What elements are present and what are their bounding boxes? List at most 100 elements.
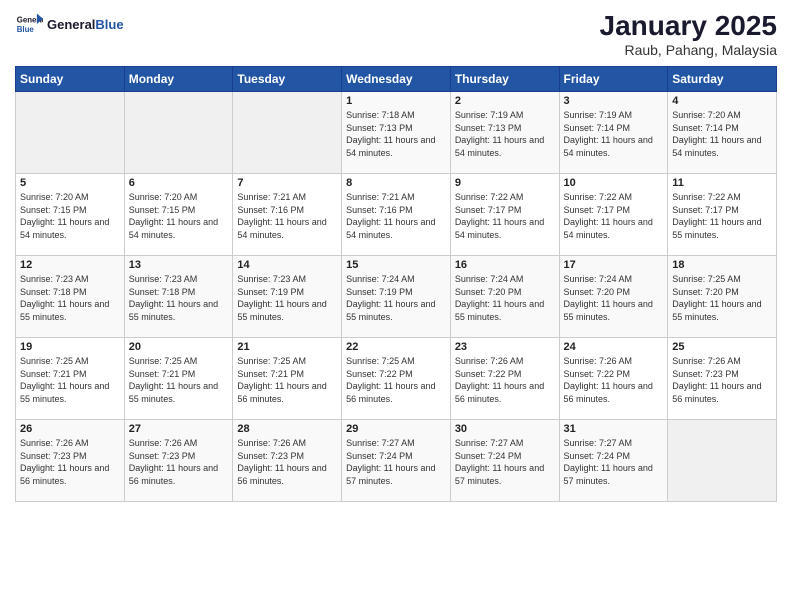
cell-w2d5: 17 Sunrise: 7:24 AMSunset: 7:20 PMDayligh…: [559, 256, 668, 338]
day-number: 6: [129, 177, 229, 189]
day-number: 15: [346, 259, 446, 271]
cell-info: Sunrise: 7:27 AMSunset: 7:24 PMDaylight:…: [564, 437, 664, 487]
week-row-4: 19 Sunrise: 7:25 AMSunset: 7:21 PMDayligh…: [16, 338, 777, 420]
cell-w2d6: 18Sunrise: 7:25 AMSunset: 7:20 PMDayligh…: [668, 256, 777, 338]
day-number: 4: [672, 95, 772, 107]
week-row-5: 26 Sunrise: 7:26 AMSunset: 7:23 PMDayligh…: [16, 420, 777, 502]
cell-info: Sunrise: 7:25 AMSunset: 7:21 PMDaylight:…: [237, 355, 337, 405]
cell-info: Sunrise: 7:27 AMSunset: 7:24 PMDaylight:…: [346, 437, 446, 487]
cell-w2d1: 13 Sunrise: 7:23 AMSunset: 7:18 PMDayligh…: [124, 256, 233, 338]
cell-w4d5: 31Sunrise: 7:27 AMSunset: 7:24 PMDayligh…: [559, 420, 668, 502]
cell-w0d3: 1Sunrise: 7:18 AMSunset: 7:13 PMDaylight…: [342, 92, 451, 174]
cell-w4d0: 26 Sunrise: 7:26 AMSunset: 7:23 PMDayligh…: [16, 420, 125, 502]
svg-text:Blue: Blue: [17, 25, 35, 34]
cell-info: Sunrise: 7:22 AMSunset: 7:17 PMDaylight:…: [455, 191, 555, 241]
cell-info: Sunrise: 7:25 AMSunset: 7:21 PMDaylight:…: [129, 355, 229, 405]
cell-w0d2: [233, 92, 342, 174]
day-number: 12: [20, 259, 120, 271]
cell-info: Sunrise: 7:23 AMSunset: 7:18 PMDaylight:…: [129, 273, 229, 323]
cell-info: Sunrise: 7:26 AMSunset: 7:22 PMDaylight:…: [564, 355, 664, 405]
logo-icon: General Blue: [15, 10, 43, 38]
cell-w1d1: 6 Sunrise: 7:20 AMSunset: 7:15 PMDaylight…: [124, 174, 233, 256]
cell-w1d5: 10 Sunrise: 7:22 AMSunset: 7:17 PMDayligh…: [559, 174, 668, 256]
day-number: 17: [564, 259, 664, 271]
cell-info: Sunrise: 7:26 AMSunset: 7:23 PMDaylight:…: [672, 355, 772, 405]
title-block: January 2025 Raub, Pahang, Malaysia: [600, 10, 777, 58]
day-number: 16: [455, 259, 555, 271]
week-row-1: 1Sunrise: 7:18 AMSunset: 7:13 PMDaylight…: [16, 92, 777, 174]
day-number: 29: [346, 423, 446, 435]
day-number: 10: [564, 177, 664, 189]
cell-info: Sunrise: 7:26 AMSunset: 7:23 PMDaylight:…: [20, 437, 120, 487]
cell-w0d0: [16, 92, 125, 174]
cell-info: Sunrise: 7:26 AMSunset: 7:22 PMDaylight:…: [455, 355, 555, 405]
day-number: 18: [672, 259, 772, 271]
cell-w1d0: 5 Sunrise: 7:20 AMSunset: 7:15 PMDaylight…: [16, 174, 125, 256]
day-number: 20: [129, 341, 229, 353]
cell-info: Sunrise: 7:22 AMSunset: 7:17 PMDaylight:…: [564, 191, 664, 241]
cell-w1d2: 7Sunrise: 7:21 AMSunset: 7:16 PMDaylight…: [233, 174, 342, 256]
cell-w0d5: 3 Sunrise: 7:19 AMSunset: 7:14 PMDaylight…: [559, 92, 668, 174]
day-number: 13: [129, 259, 229, 271]
cell-w2d0: 12 Sunrise: 7:23 AMSunset: 7:18 PMDayligh…: [16, 256, 125, 338]
cell-w0d1: [124, 92, 233, 174]
day-number: 14: [237, 259, 337, 271]
cell-info: Sunrise: 7:25 AMSunset: 7:22 PMDaylight:…: [346, 355, 446, 405]
cell-w1d3: 8 Sunrise: 7:21 AMSunset: 7:16 PMDaylight…: [342, 174, 451, 256]
day-number: 23: [455, 341, 555, 353]
cell-w2d4: 16Sunrise: 7:24 AMSunset: 7:20 PMDayligh…: [450, 256, 559, 338]
cell-info: Sunrise: 7:22 AMSunset: 7:17 PMDaylight:…: [672, 191, 772, 241]
header: General Blue GeneralBlue January 2025 Ra…: [15, 10, 777, 58]
cell-w3d3: 22Sunrise: 7:25 AMSunset: 7:22 PMDayligh…: [342, 338, 451, 420]
cell-info: Sunrise: 7:26 AMSunset: 7:23 PMDaylight:…: [237, 437, 337, 487]
cell-w3d6: 25 Sunrise: 7:26 AMSunset: 7:23 PMDayligh…: [668, 338, 777, 420]
day-number: 5: [20, 177, 120, 189]
header-saturday: Saturday: [668, 67, 777, 92]
day-number: 28: [237, 423, 337, 435]
calendar-title: January 2025: [600, 10, 777, 42]
day-number: 8: [346, 177, 446, 189]
cell-info: Sunrise: 7:25 AMSunset: 7:21 PMDaylight:…: [20, 355, 120, 405]
cell-info: Sunrise: 7:18 AMSunset: 7:13 PMDaylight:…: [346, 109, 446, 159]
cell-info: Sunrise: 7:19 AMSunset: 7:13 PMDaylight:…: [455, 109, 555, 159]
cell-w1d6: 11 Sunrise: 7:22 AMSunset: 7:17 PMDayligh…: [668, 174, 777, 256]
calendar-page: General Blue GeneralBlue January 2025 Ra…: [0, 0, 792, 612]
day-number: 26: [20, 423, 120, 435]
cell-info: Sunrise: 7:19 AMSunset: 7:14 PMDaylight:…: [564, 109, 664, 159]
cell-info: Sunrise: 7:20 AMSunset: 7:15 PMDaylight:…: [20, 191, 120, 241]
cell-w4d1: 27Sunrise: 7:26 AMSunset: 7:23 PMDayligh…: [124, 420, 233, 502]
cell-w2d3: 15 Sunrise: 7:24 AMSunset: 7:19 PMDayligh…: [342, 256, 451, 338]
cell-info: Sunrise: 7:24 AMSunset: 7:19 PMDaylight:…: [346, 273, 446, 323]
day-number: 19: [20, 341, 120, 353]
header-thursday: Thursday: [450, 67, 559, 92]
header-monday: Monday: [124, 67, 233, 92]
cell-w4d3: 29 Sunrise: 7:27 AMSunset: 7:24 PMDayligh…: [342, 420, 451, 502]
cell-info: Sunrise: 7:21 AMSunset: 7:16 PMDaylight:…: [346, 191, 446, 241]
logo: General Blue GeneralBlue: [15, 10, 124, 38]
logo-text-general: General: [47, 17, 95, 32]
cell-w3d4: 23 Sunrise: 7:26 AMSunset: 7:22 PMDayligh…: [450, 338, 559, 420]
cell-info: Sunrise: 7:23 AMSunset: 7:18 PMDaylight:…: [20, 273, 120, 323]
day-number: 21: [237, 341, 337, 353]
cell-w2d2: 14Sunrise: 7:23 AMSunset: 7:19 PMDayligh…: [233, 256, 342, 338]
cell-info: Sunrise: 7:27 AMSunset: 7:24 PMDaylight:…: [455, 437, 555, 487]
logo-text-blue: Blue: [95, 17, 123, 32]
cell-w3d0: 19 Sunrise: 7:25 AMSunset: 7:21 PMDayligh…: [16, 338, 125, 420]
calendar-table: Sunday Monday Tuesday Wednesday Thursday…: [15, 66, 777, 502]
header-friday: Friday: [559, 67, 668, 92]
day-number: 25: [672, 341, 772, 353]
header-tuesday: Tuesday: [233, 67, 342, 92]
day-number: 11: [672, 177, 772, 189]
header-row: Sunday Monday Tuesday Wednesday Thursday…: [16, 67, 777, 92]
cell-w0d4: 2Sunrise: 7:19 AMSunset: 7:13 PMDaylight…: [450, 92, 559, 174]
cell-info: Sunrise: 7:26 AMSunset: 7:23 PMDaylight:…: [129, 437, 229, 487]
day-number: 24: [564, 341, 664, 353]
cell-w1d4: 9Sunrise: 7:22 AMSunset: 7:17 PMDaylight…: [450, 174, 559, 256]
day-number: 30: [455, 423, 555, 435]
day-number: 7: [237, 177, 337, 189]
header-wednesday: Wednesday: [342, 67, 451, 92]
cell-info: Sunrise: 7:24 AMSunset: 7:20 PMDaylight:…: [564, 273, 664, 323]
cell-w3d1: 20 Sunrise: 7:25 AMSunset: 7:21 PMDayligh…: [124, 338, 233, 420]
cell-info: Sunrise: 7:20 AMSunset: 7:15 PMDaylight:…: [129, 191, 229, 241]
day-number: 3: [564, 95, 664, 107]
